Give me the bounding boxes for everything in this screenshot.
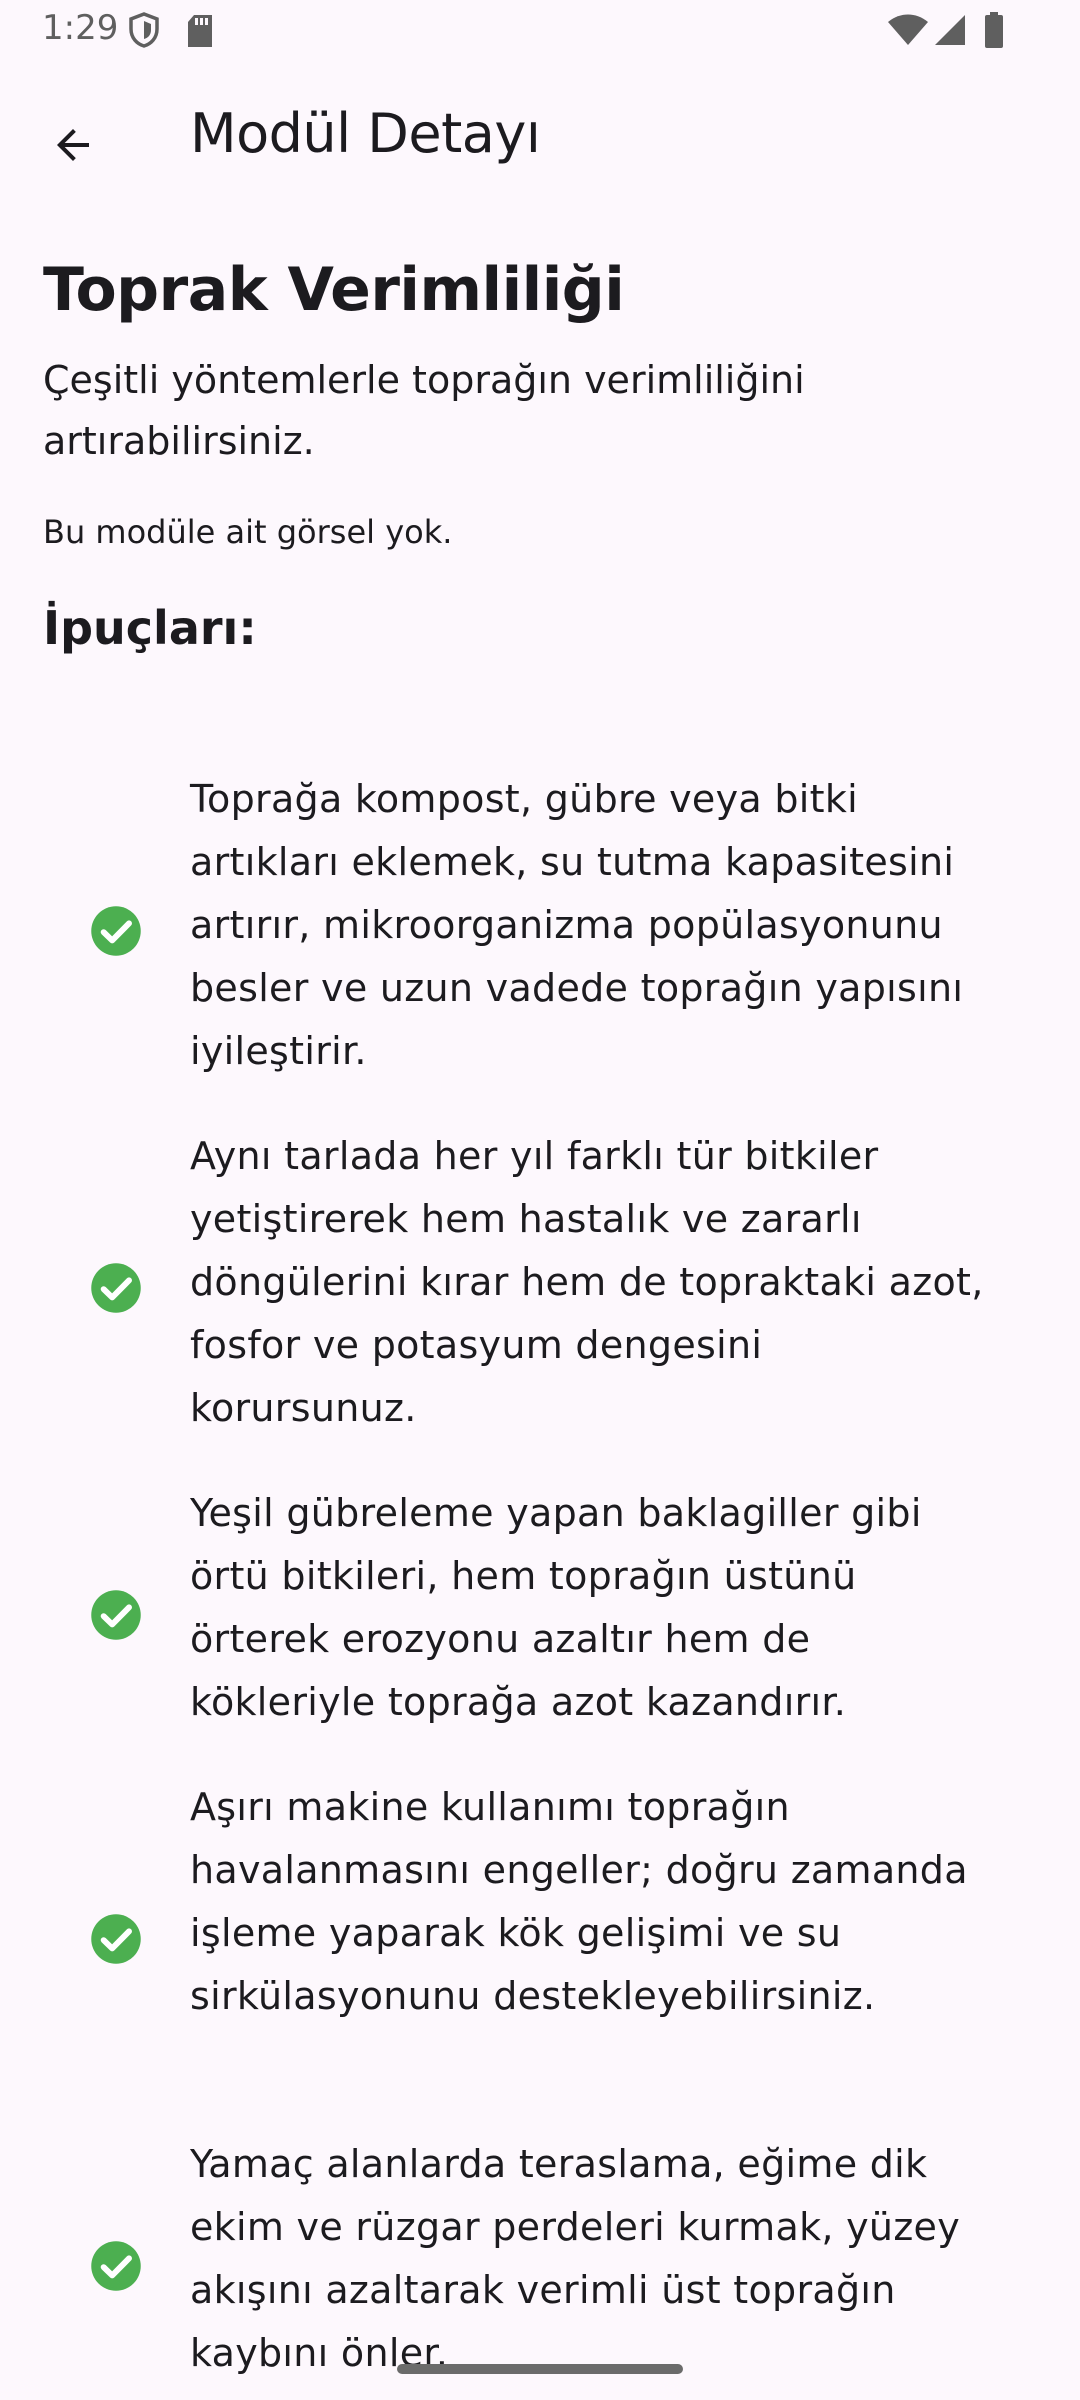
sd-card-icon [186,14,214,53]
shield-icon [128,12,160,53]
list-item: Yamaç alanlarda teraslama, eğime dik eki… [0,2133,1080,2393]
battery-icon [984,12,1004,53]
tip-text: Aynı tarlada her yıl farklı tür bitkiler… [190,1134,984,1430]
no-image-message: Bu modüle ait görsel yok. [43,513,453,551]
status-time: 1:29 [42,8,119,48]
list-item: Yeşil gübreleme yapan baklagiller gibi ö… [0,1482,1080,1762]
list-item: Toprağa kompost, gübre veya bitki artıkl… [0,768,1080,1108]
signal-icon [934,14,966,51]
check-circle-icon [89,1588,143,1642]
module-content: Toprak Verimliliği Çeşitli yöntemlerle t… [43,250,1043,658]
check-circle-icon [89,904,143,958]
wifi-icon [888,14,928,51]
arrow-back-icon [49,121,97,174]
tip-text: Aşırı makine kullanımı toprağın havalanm… [190,1785,968,2018]
tip-text: Toprağa kompost, gübre veya bitki artıkl… [190,777,964,1073]
check-circle-icon [89,1912,143,1966]
app-bar: Modül Detayı [0,62,1080,210]
list-item: Aşırı makine kullanımı toprağın havalanm… [0,1776,1080,2116]
tip-text: Yeşil gübreleme yapan baklagiller gibi ö… [190,1491,922,1724]
module-title: Toprak Verimliliği [43,255,625,325]
tips-heading: İpuçları: [43,601,257,655]
status-bar: 1:29 [0,0,1080,62]
tip-text: Yamaç alanlarda teraslama, eğime dik eki… [190,2142,961,2375]
check-circle-icon [89,1261,143,1315]
back-button[interactable] [30,104,116,190]
page-title: Modül Detayı [190,102,541,165]
module-description: Çeşitli yöntemlerle toprağın verimliliği… [43,358,805,463]
check-circle-icon [89,2239,143,2293]
list-item: Aynı tarlada her yıl farklı tür bitkiler… [0,1125,1080,1465]
home-indicator[interactable] [397,2364,683,2374]
